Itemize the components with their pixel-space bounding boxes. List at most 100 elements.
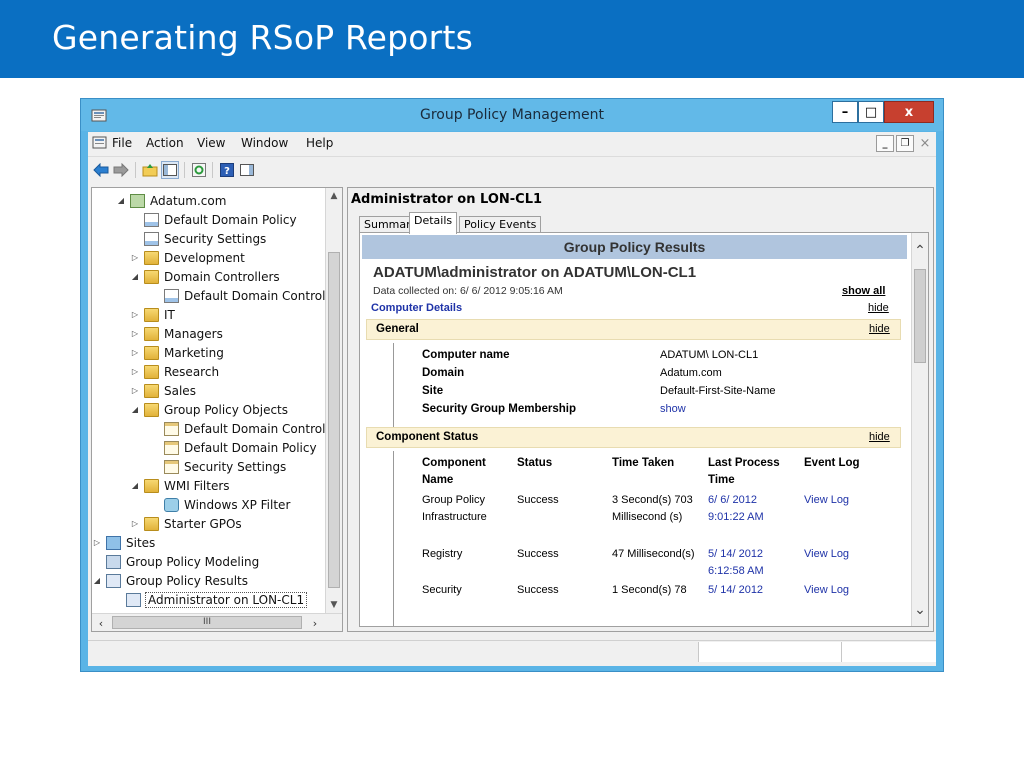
collapse-icon[interactable]: ◢ [130,481,140,490]
tree-vertical-scrollbar[interactable]: ▲ ▼ [325,188,342,613]
component-status-section-header[interactable]: Component Status hide [366,427,901,448]
scroll-right-icon[interactable]: › [307,615,323,631]
tree-item-research[interactable]: ▷ Research [130,362,219,381]
results-pane-title: Administrator on LON-CL1 [351,192,543,207]
collapse-icon[interactable]: ◢ [130,272,140,281]
scroll-down-icon[interactable]: ▼ [326,597,342,613]
scroll-thumb[interactable] [914,269,926,363]
expand-icon[interactable]: ▷ [130,253,140,262]
collapse-icon[interactable]: ◢ [92,576,102,585]
tree-item-group-policy-modeling[interactable]: Group Policy Modeling [106,552,259,571]
tree-item-it[interactable]: ▷ IT [130,305,175,324]
scroll-down-icon[interactable]: ⌄ [912,600,928,618]
show-all-link[interactable]: show all [842,285,885,297]
expand-icon[interactable]: ▷ [130,386,140,395]
tree-item-wmi-filters[interactable]: ◢ WMI Filters [130,476,230,495]
hide-component-status-link[interactable]: hide [869,431,890,443]
starter-gpo-folder-icon [144,516,159,531]
console-menu-icon[interactable] [92,135,107,150]
scroll-up-icon[interactable]: ⌃ [912,241,928,259]
results-icon [106,573,121,588]
expand-icon[interactable]: ▷ [130,367,140,376]
scroll-thumb-grip[interactable]: III [112,616,302,629]
expand-icon[interactable]: ▷ [92,538,102,547]
close-button[interactable]: x [884,101,934,123]
report-header: Group Policy Results [362,235,907,259]
up-folder-icon[interactable] [141,161,159,179]
maximize-button[interactable]: □ [858,101,884,123]
status-bar-panel [698,642,841,662]
mdi-restore-button[interactable]: ❐ [896,135,914,152]
scroll-up-icon[interactable]: ▲ [326,188,342,204]
view-log-link[interactable]: View Log [804,492,849,509]
action-pane-icon[interactable] [238,161,256,179]
view-log-link[interactable]: View Log [804,546,849,563]
tree-item-gpo-default-domain-controllers[interactable]: Default Domain Control [164,419,325,438]
show-hide-tree-icon[interactable] [161,161,179,179]
column-status: Status [517,457,553,469]
component-status-label: Component Status [376,431,479,443]
tree-item-adatum-com[interactable]: ◢ Adatum.com [116,191,226,210]
ou-folder-icon [144,364,159,379]
scroll-thumb[interactable] [328,252,340,588]
menu-help[interactable]: Help [306,136,333,150]
tree-item-domain-controllers[interactable]: ◢ Domain Controllers [130,267,280,286]
collapse-icon[interactable]: ◢ [116,196,126,205]
tree-item-windows-xp-filter[interactable]: Windows XP Filter [164,495,290,514]
gpo-link-icon [164,288,179,303]
tree-item-group-policy-results[interactable]: ◢ Group Policy Results [92,571,248,590]
tree-item-administrator-on-lon-cl1[interactable]: Administrator on LON-CL1 [126,590,308,609]
expand-icon[interactable]: ▷ [130,519,140,528]
tree-item-gpo-security-settings[interactable]: Security Settings [164,457,286,476]
collapse-icon[interactable]: ◢ [130,405,140,414]
time-taken-cell: 1 Second(s) 78 [612,584,687,596]
tree-item-managers[interactable]: ▷ Managers [130,324,223,343]
window-titlebar[interactable]: Group Policy Management – □ x [81,99,943,131]
forward-icon[interactable] [112,161,130,179]
tree-item-sites[interactable]: ▷ Sites [92,533,155,552]
minimize-button[interactable]: – [832,101,858,123]
menu-window[interactable]: Window [241,136,288,150]
column-event-log: Event Log [804,457,860,469]
hide-computer-details-link[interactable]: hide [868,302,889,314]
last-process-time-cell[interactable]: 6/ 6/ 2012 9:01:22 AM [708,492,788,526]
general-section-header[interactable]: General hide [366,319,901,340]
expand-icon[interactable]: ▷ [130,348,140,357]
console-tree: ◢ Adatum.com Default Domain Policy Secur… [91,187,343,632]
last-process-time-cell[interactable]: 5/ 14/ 2012 6:12:58 AM [708,546,788,580]
menu-file[interactable]: File [112,136,132,150]
menu-view[interactable]: View [197,136,225,150]
scroll-left-icon[interactable]: ‹ [93,615,109,631]
menu-action[interactable]: Action [146,136,184,150]
last-process-time-cell[interactable]: 5/ 14/ 2012 [708,582,763,599]
mdi-close-button[interactable]: × [916,135,934,152]
svg-text:?: ? [224,166,230,177]
tab-details[interactable]: Details [409,212,458,234]
refresh-icon[interactable] [190,161,208,179]
time-taken-cell: 3 Second(s) 703 Millisecond (s) [612,494,693,523]
computer-details-heading[interactable]: Computer Details [371,302,462,314]
component-name-cell: Registry [422,548,463,560]
tree-item-development[interactable]: ▷ Development [130,248,245,267]
expand-icon[interactable]: ▷ [130,329,140,338]
tree-item-security-settings[interactable]: Security Settings [144,229,266,248]
tree-item-group-policy-objects[interactable]: ◢ Group Policy Objects [130,400,288,419]
view-log-link[interactable]: View Log [804,582,849,599]
tree-item-default-domain-controllers-link[interactable]: Default Domain Control [164,286,325,305]
tree-item-default-domain-policy[interactable]: Default Domain Policy [144,210,297,229]
security-group-show-link[interactable]: show [660,403,686,415]
tab-policy-events[interactable]: Policy Events [459,216,542,233]
expand-icon[interactable]: ▷ [130,310,140,319]
time-taken-cell: 47 Millisecond(s) [612,548,695,560]
hide-general-link[interactable]: hide [869,323,890,335]
tree-item-gpo-default-domain-policy[interactable]: Default Domain Policy [164,438,317,457]
mdi-minimize-button[interactable]: _ [876,135,894,152]
tree-horizontal-scrollbar[interactable]: ‹ III › [92,613,342,631]
tree-item-sales[interactable]: ▷ Sales [130,381,196,400]
tree-item-starter-gpos[interactable]: ▷ Starter GPOs [130,514,242,533]
section-indent-line [393,451,394,626]
report-vertical-scrollbar[interactable]: ⌃ ⌄ [911,233,928,626]
help-icon[interactable]: ? [218,161,236,179]
back-icon[interactable] [92,161,110,179]
tree-item-marketing[interactable]: ▷ Marketing [130,343,224,362]
